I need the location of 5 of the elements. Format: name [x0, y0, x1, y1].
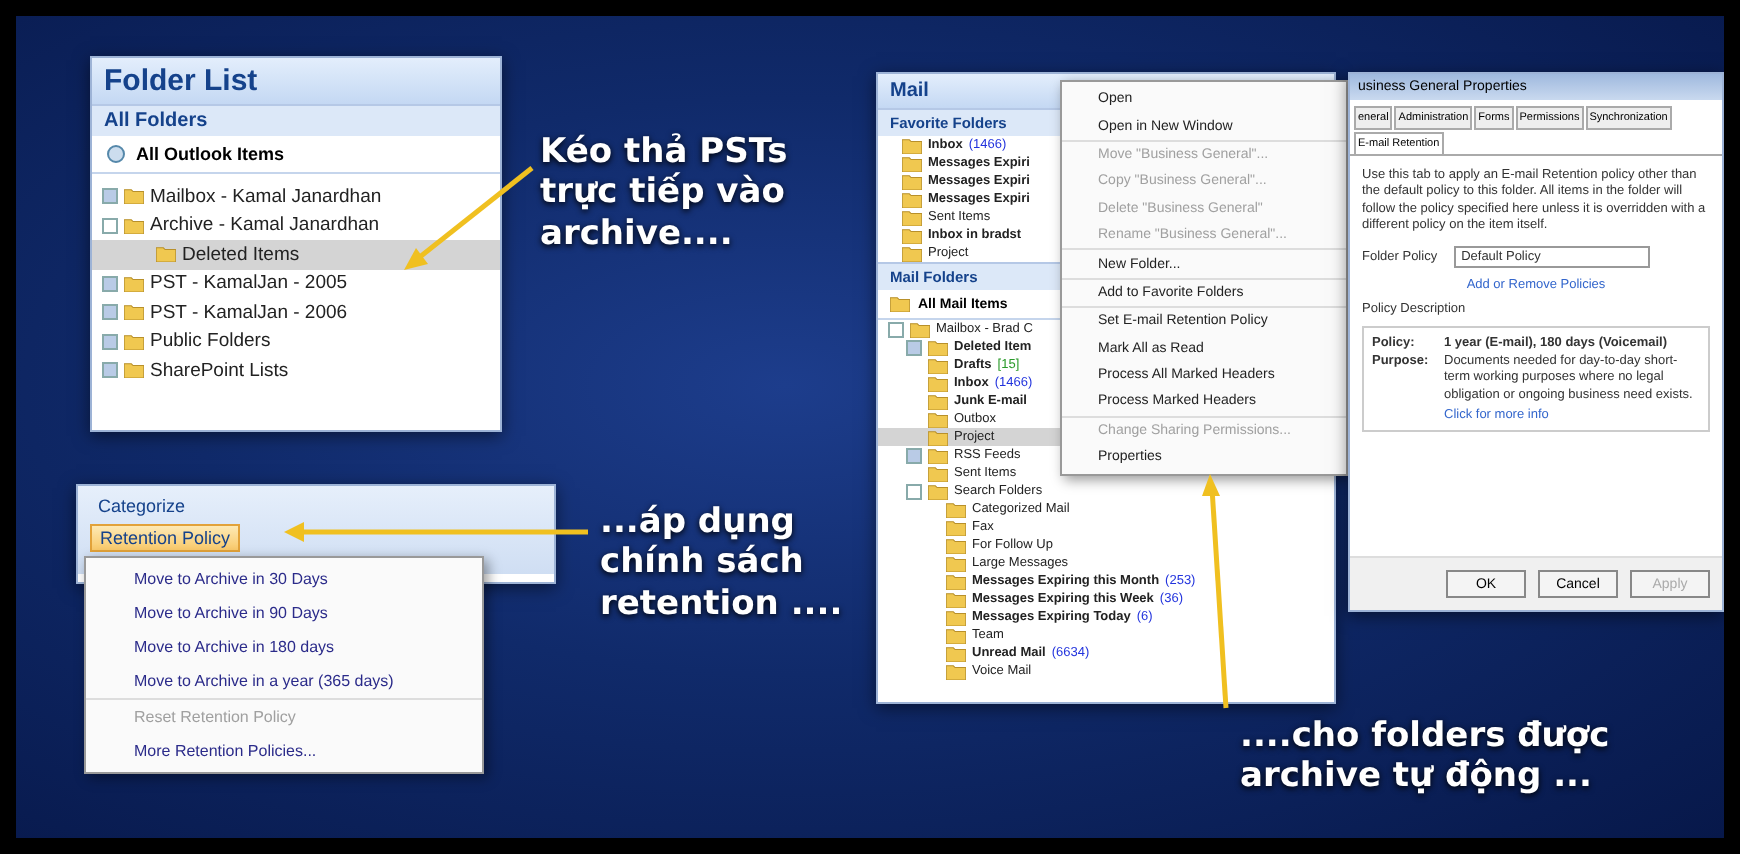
caption-text: ....cho folders được archive tự động ...	[1240, 716, 1612, 798]
caption-text: ...áp dụng chính sách retention ....	[600, 502, 845, 625]
section-header: All Folders	[92, 104, 500, 136]
pane-title: Folder List	[92, 58, 500, 104]
caption-text: Kéo thả PSTs trực tiếp vào archive....	[540, 132, 790, 255]
